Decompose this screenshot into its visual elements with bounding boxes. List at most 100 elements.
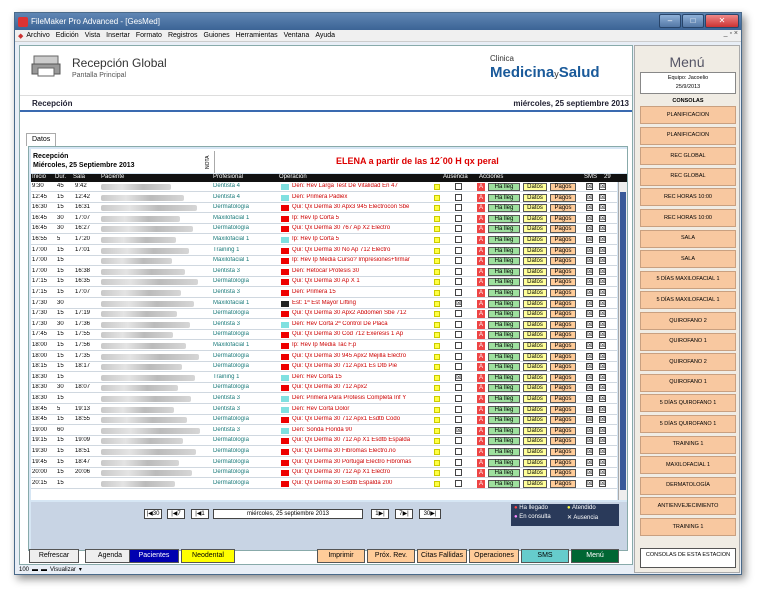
alert-a-button[interactable]: A	[477, 426, 485, 435]
patient-name-redacted[interactable]	[101, 364, 182, 371]
patient-name-redacted[interactable]	[101, 374, 195, 381]
ha-llegado-button[interactable]: Ha lleg	[488, 416, 520, 425]
console-button[interactable]: 5 DÍAS MAXILOFACIAL 1	[640, 270, 736, 289]
ausencia-checkbox[interactable]	[455, 458, 462, 466]
sms-checkbox-1[interactable]: ☒	[586, 384, 593, 392]
status-dot[interactable]	[434, 364, 440, 371]
table-row[interactable]: 18:30 15 Training 1 Den: Rev Corta 15 ☒ A Ha l…	[31, 373, 617, 383]
menu-insertar[interactable]: Insertar	[106, 32, 130, 39]
sms-checkbox-2[interactable]: ☒	[599, 320, 606, 328]
menu-registros[interactable]: Registros	[168, 32, 198, 39]
datos-button[interactable]: Datos	[523, 342, 547, 350]
sms-checkbox-2[interactable]: ☒	[599, 299, 606, 307]
ausencia-checkbox[interactable]	[455, 246, 462, 254]
console-button[interactable]: 5 DÍAS QUIROFANO 1	[640, 415, 736, 433]
imprimir-button[interactable]: Imprimir	[317, 549, 365, 563]
proxima-revision-button[interactable]: Próx. Rev.	[367, 549, 415, 563]
prev-1-button[interactable]: |◀1	[191, 509, 209, 519]
pagos-button[interactable]: Pagos	[550, 416, 576, 425]
ausencia-checkbox[interactable]	[455, 236, 462, 243]
zoom-in-icon[interactable]: ▬	[41, 567, 47, 573]
sms-checkbox-2[interactable]: ☒	[599, 310, 606, 318]
header-profesional[interactable]: Profesional	[213, 174, 243, 180]
sms-checkbox-2[interactable]: ☒	[599, 395, 606, 402]
pagos-button[interactable]: Pagos	[550, 363, 576, 372]
patient-name-redacted[interactable]	[101, 417, 187, 424]
sms-checkbox-2[interactable]: ☒	[599, 246, 606, 254]
menu-formato[interactable]: Formato	[136, 32, 162, 39]
pagos-button[interactable]: Pagos	[550, 225, 576, 234]
datos-button[interactable]: Datos	[523, 331, 547, 340]
ausencia-checkbox[interactable]	[455, 225, 462, 233]
alert-a-button[interactable]: A	[477, 437, 485, 446]
pagos-button[interactable]: Pagos	[550, 395, 576, 403]
ha-llegado-button[interactable]: Ha lleg	[488, 278, 520, 287]
alert-a-button[interactable]: A	[477, 193, 485, 202]
patient-name-redacted[interactable]	[101, 184, 171, 190]
status-dot[interactable]	[434, 247, 440, 254]
alert-a-button[interactable]: A	[477, 214, 485, 223]
pagos-button[interactable]: Pagos	[550, 257, 576, 266]
pagos-button[interactable]: Pagos	[550, 193, 576, 202]
datos-button[interactable]: Datos	[523, 289, 547, 297]
console-button[interactable]: REC HORAS 10:00	[640, 188, 736, 207]
minimize-button[interactable]: ‒	[659, 14, 681, 28]
maximize-button[interactable]: □	[682, 14, 704, 28]
status-dot[interactable]	[434, 321, 440, 328]
pagos-button[interactable]: Pagos	[550, 183, 576, 191]
alert-a-button[interactable]: A	[477, 384, 485, 393]
patient-name-redacted[interactable]	[101, 406, 174, 413]
pagos-button[interactable]: Pagos	[550, 331, 576, 340]
sms-checkbox-1[interactable]: ☒	[586, 416, 593, 424]
sms-checkbox-1[interactable]: ☒	[586, 289, 593, 296]
sms-checkbox-1[interactable]: ☒	[586, 448, 593, 455]
status-dot[interactable]	[434, 353, 440, 360]
alert-a-button[interactable]: A	[477, 278, 485, 287]
table-row[interactable]: 18:30 15 Dentista 3 Den: Primera Para Prote…	[31, 394, 617, 404]
ausencia-checkbox[interactable]	[455, 352, 462, 360]
sms-checkbox-2[interactable]: ☒	[599, 342, 606, 349]
status-dot[interactable]	[434, 311, 440, 318]
ausencia-checkbox[interactable]	[455, 437, 462, 445]
pagos-button[interactable]: Pagos	[550, 479, 576, 488]
alert-a-button[interactable]: A	[477, 469, 485, 478]
menu-guiones[interactable]: Guiones	[204, 32, 230, 39]
ha-llegado-button[interactable]: Ha lleg	[488, 469, 520, 478]
alert-a-button[interactable]: A	[477, 320, 485, 329]
status-dot[interactable]	[434, 417, 440, 424]
ha-llegado-button[interactable]: Ha lleg	[488, 257, 520, 266]
menu-ventana[interactable]: Ventana	[284, 32, 310, 39]
sms-checkbox-1[interactable]: ☒	[586, 479, 593, 487]
next-30-button[interactable]: 30▶|	[419, 509, 441, 519]
footer-date[interactable]: miércoles, 25 septiembre 2013	[213, 509, 363, 519]
status-dot[interactable]	[434, 449, 440, 455]
ha-llegado-button[interactable]: Ha lleg	[488, 320, 520, 329]
alert-a-button[interactable]: A	[477, 183, 485, 191]
status-dot[interactable]	[434, 300, 440, 307]
table-row[interactable]: 18:00 15 17:56 Maxilofacial 1 Ip: Rev Ip Med…	[31, 341, 617, 351]
sms-checkbox-2[interactable]: ☒	[599, 448, 606, 455]
console-button[interactable]: SALA	[640, 229, 736, 248]
status-dot[interactable]	[434, 470, 440, 477]
alert-a-button[interactable]: A	[477, 352, 485, 361]
table-row[interactable]: 16:45 30 17:07 Maxilofacial 1 Ip: Rev Ip Cor…	[31, 214, 617, 224]
pagos-button[interactable]: Pagos	[550, 246, 576, 255]
patient-name-redacted[interactable]	[101, 268, 185, 275]
patient-name-redacted[interactable]	[101, 438, 183, 445]
status-dot[interactable]	[434, 332, 440, 339]
datos-button[interactable]: Datos	[523, 246, 547, 255]
patient-name-redacted[interactable]	[101, 427, 200, 434]
console-button[interactable]: REC GLOBAL	[640, 147, 736, 166]
console-button[interactable]: TRAINING 1	[640, 435, 736, 454]
table-row[interactable]: 18:45 15 18:55 Dermatología Qui: Qx Derma 30…	[31, 415, 617, 426]
ha-llegado-button[interactable]: Ha lleg	[488, 458, 520, 467]
ha-llegado-button[interactable]: Ha lleg	[488, 299, 520, 308]
alert-a-button[interactable]: A	[477, 204, 485, 213]
sms-checkbox-1[interactable]: ☒	[586, 310, 593, 318]
sms-checkbox-2[interactable]: ☒	[599, 405, 606, 413]
menu-button[interactable]: Menú	[571, 549, 619, 563]
pagos-button[interactable]: Pagos	[550, 236, 576, 244]
datos-button[interactable]: Datos	[523, 405, 547, 414]
sms-checkbox-1[interactable]: ☒	[586, 267, 593, 275]
alert-a-button[interactable]: A	[477, 363, 485, 372]
